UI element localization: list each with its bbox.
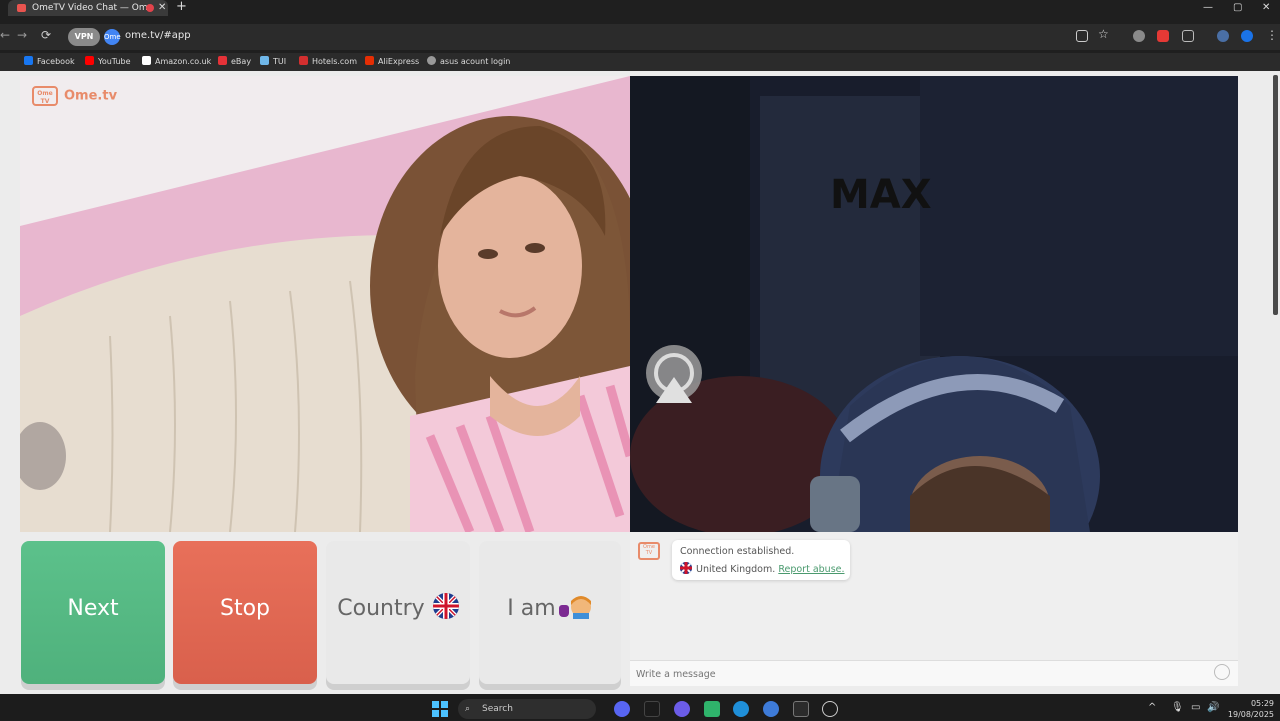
- forward-icon[interactable]: →: [17, 28, 27, 42]
- terminal-app-icon[interactable]: [644, 701, 660, 717]
- browser-tab[interactable]: OmeTV Video Chat — Ome ✕: [8, 0, 168, 16]
- close-window-button[interactable]: ✕: [1262, 0, 1270, 16]
- max-wall-letters: MAX: [830, 172, 932, 218]
- ometv-logo[interactable]: Ome TV Ome.tv: [32, 86, 117, 106]
- clock-time: 05:29: [1250, 699, 1274, 708]
- address-bar[interactable]: ome.tv/#app: [125, 30, 191, 41]
- next-button[interactable]: Next: [21, 541, 165, 684]
- message-input-bar: [630, 660, 1238, 686]
- ebay-icon: [218, 56, 227, 65]
- epic-games-icon[interactable]: [793, 701, 809, 717]
- ometv-logo-text: Ome.tv: [64, 88, 118, 104]
- bookmark-star-icon[interactable]: ☆: [1098, 27, 1109, 41]
- uk-flag-icon: [432, 593, 459, 619]
- app-circle-icon[interactable]: [674, 701, 690, 717]
- bookmark-hotels[interactable]: Hotels.com: [299, 56, 357, 66]
- tab-title: OmeTV Video Chat — Ome: [32, 3, 154, 13]
- volume-icon[interactable]: 🔊: [1207, 702, 1219, 713]
- bookmark-aliexpress[interactable]: AliExpress: [365, 56, 419, 66]
- discord-app-icon[interactable]: [614, 701, 630, 717]
- camera-placeholder-icon: [644, 343, 704, 403]
- vpn-badge[interactable]: VPN: [68, 28, 100, 46]
- remote-video: [20, 76, 630, 532]
- windows-taskbar: [0, 694, 1280, 720]
- close-tab-icon[interactable]: ✕: [158, 0, 166, 16]
- search-icon: ⌕: [465, 704, 471, 714]
- uk-flag-small-icon: [680, 562, 692, 574]
- sync-check-icon[interactable]: [1241, 30, 1253, 42]
- remote-video-frame: [20, 76, 630, 532]
- page-scrollbar[interactable]: [1273, 75, 1278, 315]
- report-abuse-link[interactable]: Report abuse.: [778, 564, 844, 575]
- site-info-icon[interactable]: Ome: [104, 29, 121, 45]
- extension-1-icon[interactable]: [1133, 30, 1145, 42]
- bookmark-asus[interactable]: asus acount login: [427, 56, 510, 66]
- new-tab-button[interactable]: +: [176, 0, 187, 14]
- local-video-frame: MAX: [630, 76, 1238, 532]
- stop-button[interactable]: Stop: [173, 541, 317, 684]
- person-emoji-icon: [569, 595, 593, 619]
- globe-icon: [427, 56, 436, 65]
- bookmark-amazon[interactable]: Amazon.co.uk: [142, 56, 211, 66]
- profile-avatar-icon[interactable]: [1217, 30, 1229, 42]
- clock-date: 19/08/2025: [1227, 710, 1274, 719]
- taskbar-clock[interactable]: 05:29 19/08/2025: [1224, 698, 1274, 720]
- ometv-favicon-icon: [17, 4, 26, 12]
- bookmark-youtube[interactable]: YouTube: [85, 56, 131, 66]
- ometv-chat-avatar-icon: Ome TV: [638, 542, 660, 560]
- microphone-icon[interactable]: 🎙: [1171, 702, 1184, 713]
- recording-indicator-icon: [146, 4, 154, 12]
- country-button[interactable]: Country: [326, 541, 470, 684]
- aliexpress-icon: [365, 56, 374, 65]
- country-label: Country: [337, 596, 425, 621]
- hand-cursor-icon: [559, 605, 569, 617]
- i-am-button[interactable]: I am: [479, 541, 621, 684]
- ometv-logo-icon: Ome TV: [32, 86, 58, 106]
- extensions-puzzle-icon[interactable]: [1182, 30, 1194, 42]
- i-am-label: I am: [507, 596, 556, 621]
- bookmark-facebook[interactable]: Facebook: [24, 56, 75, 66]
- tray-chevron-icon[interactable]: ^: [1148, 702, 1156, 713]
- browser-toolbar: [0, 24, 1280, 50]
- green-app-icon[interactable]: [704, 701, 720, 717]
- youtube-icon: [85, 56, 94, 65]
- install-app-icon[interactable]: [1076, 30, 1088, 42]
- country-info-line: United Kingdom. Report abuse.: [680, 562, 845, 575]
- local-video: MAX: [630, 76, 1238, 532]
- tui-icon: [260, 56, 269, 65]
- facebook-icon: [24, 56, 33, 65]
- hotels-icon: [299, 56, 308, 65]
- back-icon[interactable]: ←: [0, 28, 10, 42]
- taskbar-search[interactable]: ⌕ Search: [458, 699, 596, 719]
- maximize-button[interactable]: ▢: [1233, 0, 1242, 16]
- bookmark-ebay[interactable]: eBay: [218, 56, 251, 66]
- menu-kebab-icon[interactable]: ⋮: [1266, 28, 1278, 42]
- message-input[interactable]: [636, 665, 1196, 683]
- amazon-icon: [142, 56, 151, 65]
- chrome-browser-icon[interactable]: [763, 701, 779, 717]
- minimize-button[interactable]: —: [1203, 0, 1213, 16]
- edge-browser-icon[interactable]: [733, 701, 749, 717]
- window-titlebar: [0, 0, 1280, 16]
- emoji-picker-icon[interactable]: [1214, 664, 1230, 680]
- bookmark-tui[interactable]: TUI: [260, 56, 286, 66]
- connection-status-text: Connection established.: [680, 546, 795, 557]
- windows-start-icon[interactable]: [432, 701, 448, 717]
- taskbar-search-label: Search: [482, 704, 513, 714]
- extension-2-icon[interactable]: [1157, 30, 1169, 42]
- partner-country: United Kingdom.: [696, 564, 776, 575]
- obs-app-icon[interactable]: [822, 701, 838, 717]
- network-icon[interactable]: ▭: [1191, 702, 1200, 713]
- reload-icon[interactable]: ⟳: [41, 28, 51, 42]
